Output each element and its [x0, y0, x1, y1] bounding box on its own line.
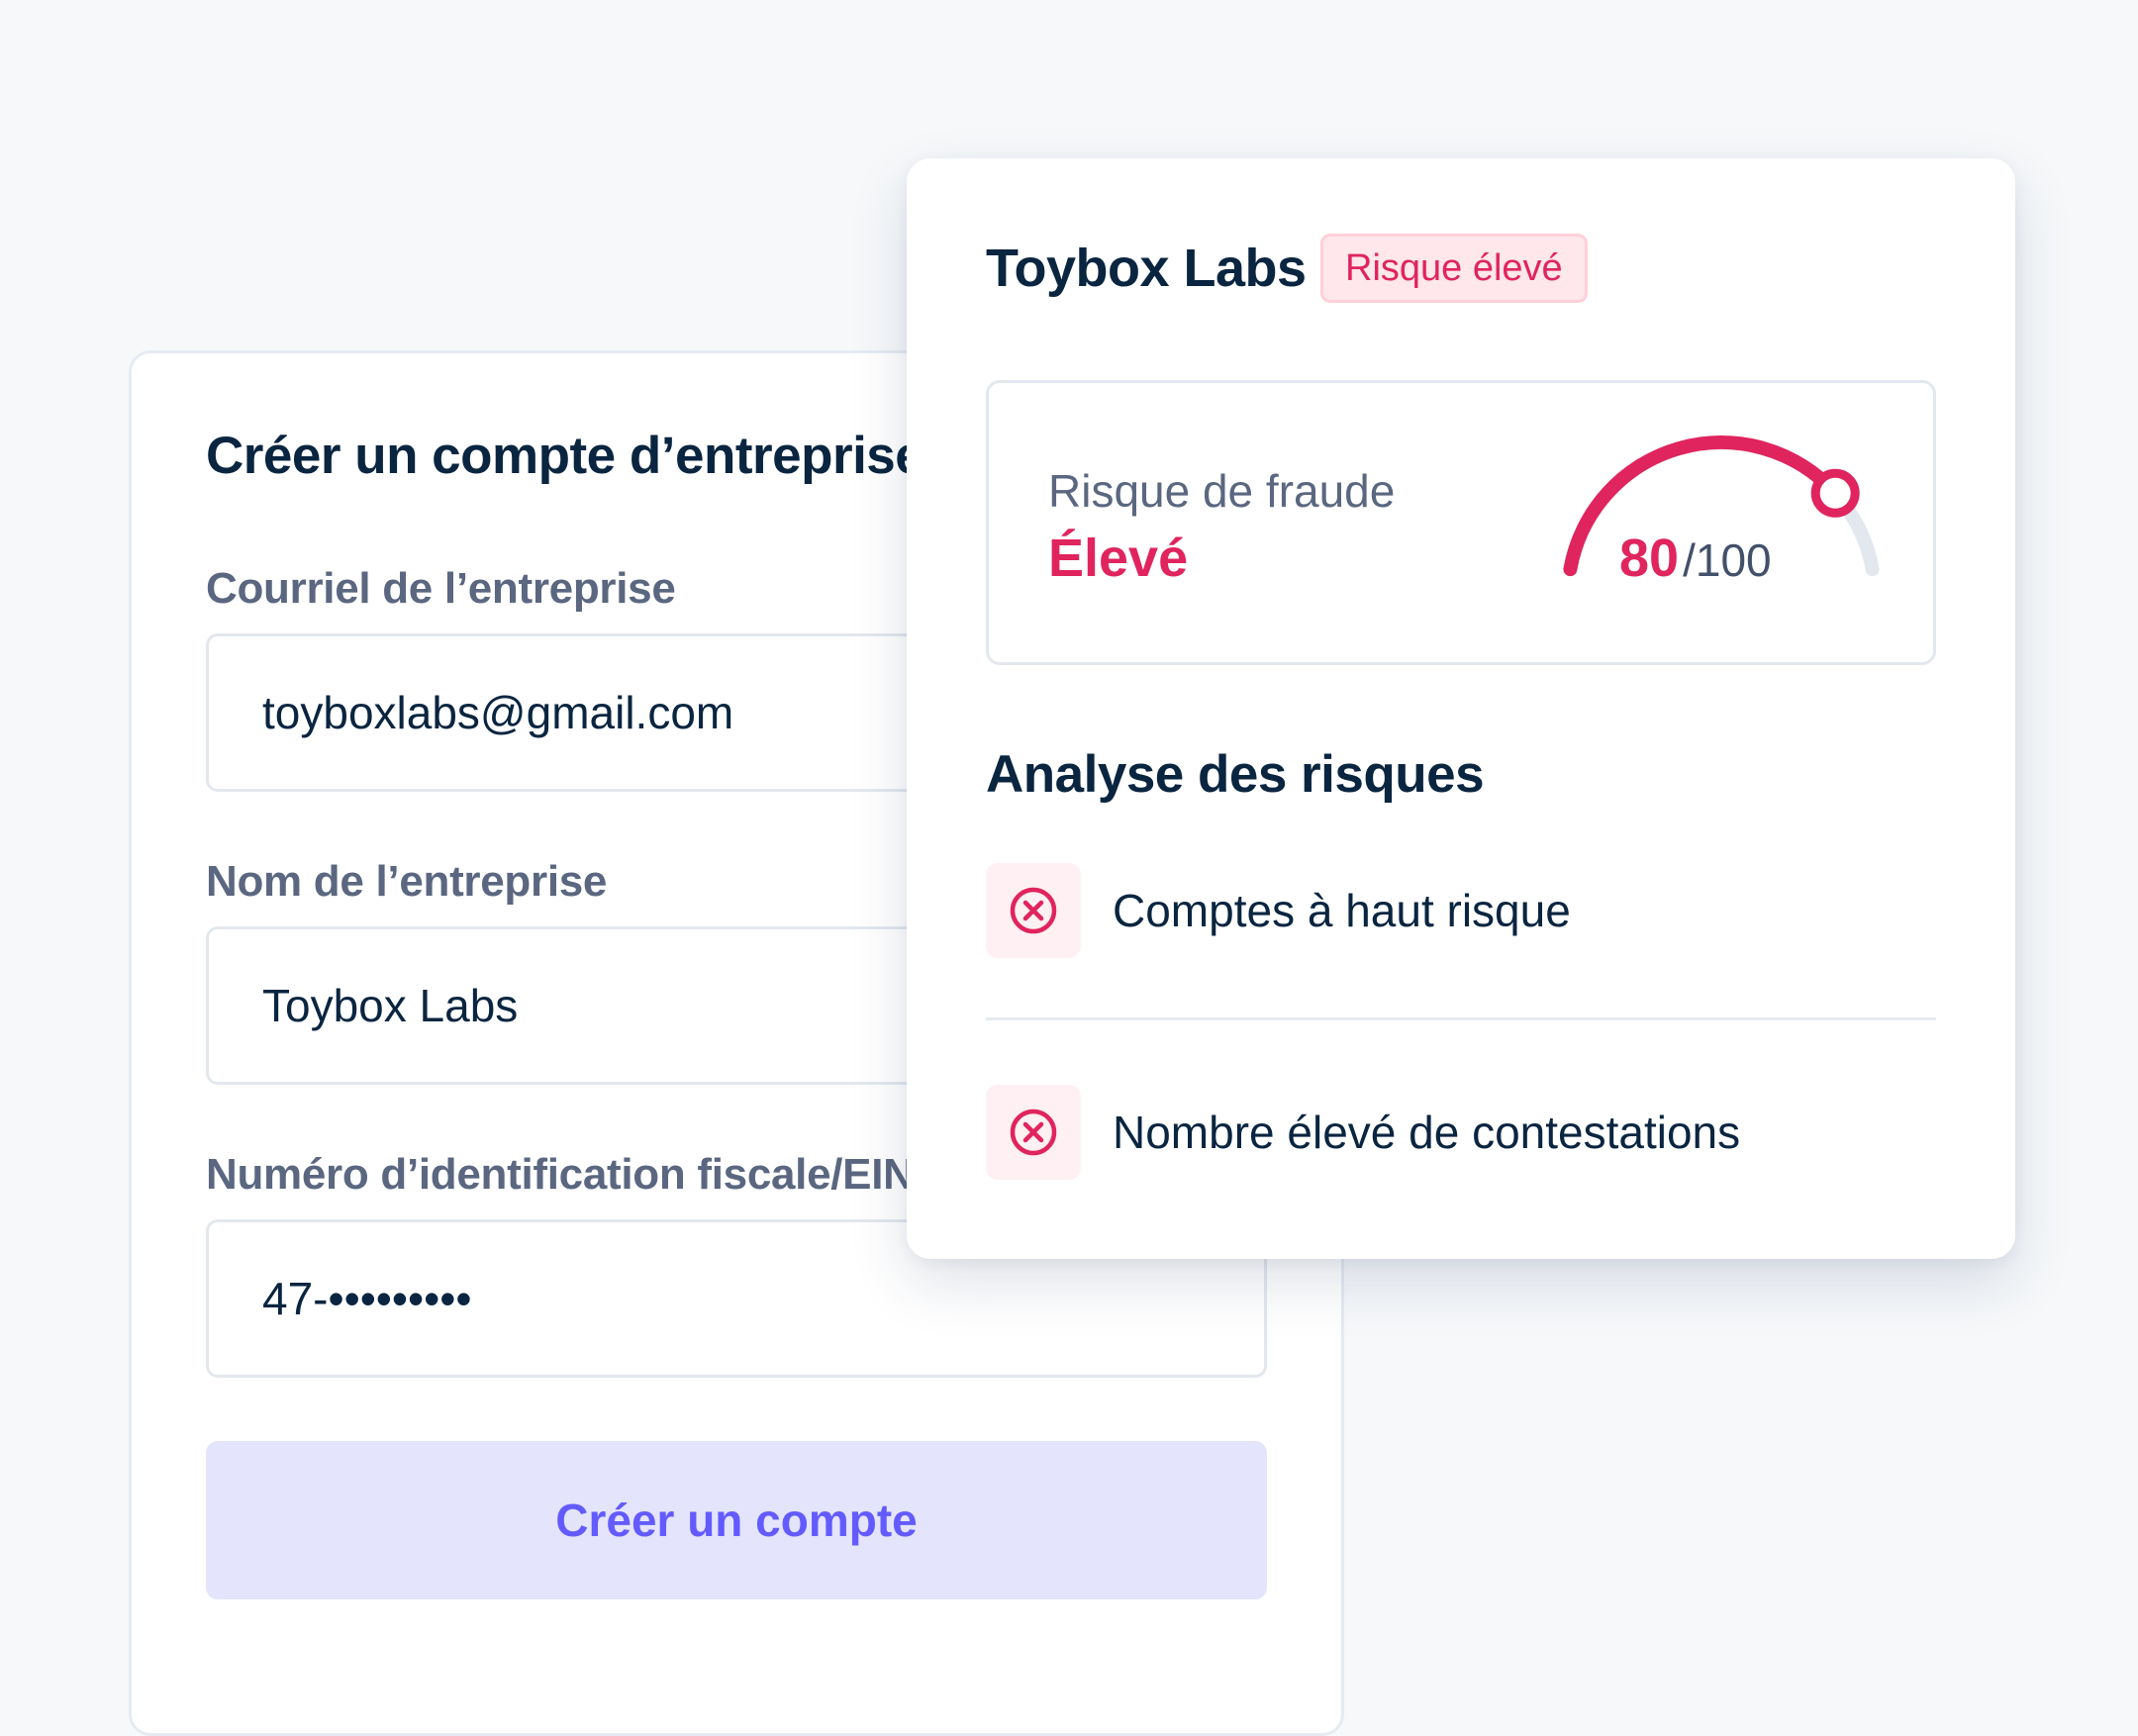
tax-id-value: 47-•••••••••	[262, 1273, 472, 1324]
gauge-score: 80	[1619, 529, 1680, 588]
company-name-label: Nom de l’entreprise	[206, 857, 608, 906]
fraud-risk-label: Risque de fraude	[1048, 465, 1396, 517]
fraud-risk-level: Élevé	[1048, 529, 1189, 588]
x-circle-icon	[986, 863, 1081, 958]
risk-signal-item: Nombre élevé de contestations	[986, 1085, 1936, 1180]
gauge-max: /100	[1683, 534, 1772, 586]
gauge-value: 80 /100	[1619, 528, 1772, 589]
tax-id-label: Numéro d’identification fiscale/EIN	[206, 1150, 915, 1199]
email-value: toyboxlabs@gmail.com	[262, 687, 734, 738]
x-circle-icon	[986, 1085, 1081, 1180]
fraud-score-box: Risque de fraude Élevé 80 /100	[986, 380, 1936, 665]
company-name-heading: Toybox Labs	[986, 239, 1307, 298]
risk-status-badge: Risque élevé	[1320, 234, 1588, 303]
risk-signal-label: Comptes à haut risque	[1113, 885, 1571, 936]
risk-signal-item: Comptes à haut risque	[986, 863, 1936, 958]
form-title: Créer un compte d’entreprise	[206, 427, 924, 485]
gauge-knob	[1810, 468, 1860, 518]
create-account-button[interactable]: Créer un compte	[206, 1441, 1267, 1599]
risk-panel-card: Toybox Labs Risque élevé Risque de fraud…	[907, 158, 2015, 1259]
risk-signal-divider	[986, 1017, 1936, 1020]
email-label: Courriel de l’entreprise	[206, 564, 676, 613]
risk-analysis-title: Analyse des risques	[986, 745, 1485, 804]
risk-signal-label: Nombre élevé de contestations	[1113, 1107, 1741, 1158]
company-name-value: Toybox Labs	[262, 980, 519, 1031]
